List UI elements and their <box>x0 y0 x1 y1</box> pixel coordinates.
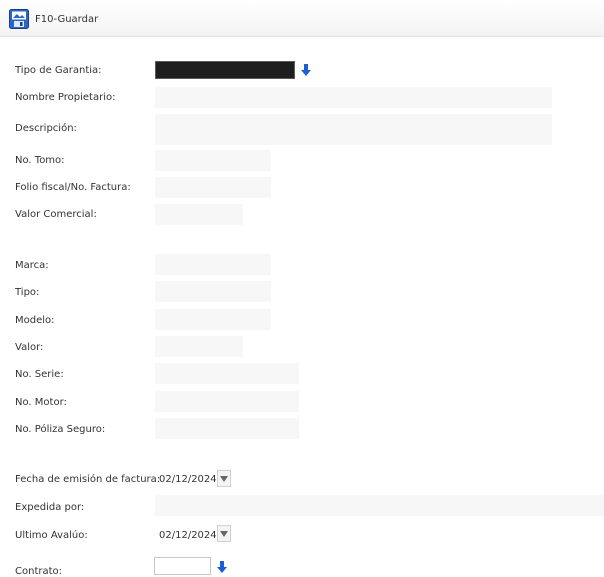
no-motor-label: No. Motor: <box>15 397 67 408</box>
tipo-label: Tipo: <box>15 287 40 298</box>
valor-input[interactable] <box>155 336 243 357</box>
tipo-garantia-select[interactable] <box>155 61 295 79</box>
expedida-por-label: Expedida por: <box>15 502 85 513</box>
valor-comercial-input[interactable] <box>155 204 243 225</box>
ultimo-avaluo-label: Ultimo Avalúo: <box>15 530 88 541</box>
tipo-input[interactable] <box>155 281 271 302</box>
save-icon <box>9 9 29 29</box>
save-button-label: F10-Guardar <box>35 13 99 25</box>
arrow-down-icon <box>300 63 311 76</box>
no-motor-input[interactable] <box>155 391 299 412</box>
no-poliza-input[interactable] <box>155 418 299 439</box>
folio-fiscal-input[interactable] <box>155 177 271 198</box>
arrow-down-icon <box>216 560 227 573</box>
expedida-por-input[interactable] <box>155 495 604 516</box>
contrato-input[interactable] <box>154 557 211 575</box>
ultimo-avaluo-dropdown[interactable] <box>217 525 231 542</box>
marca-input[interactable] <box>155 254 271 275</box>
marca-label: Marca: <box>15 260 49 271</box>
no-serie-input[interactable] <box>155 363 299 384</box>
contrato-label: Contrato: <box>15 566 63 577</box>
toolbar: F10-Guardar <box>0 0 604 37</box>
no-poliza-label: No. Póliza Seguro: <box>15 424 106 435</box>
contrato-dropdown-button[interactable] <box>213 558 230 575</box>
nombre-propietario-label: Nombre Propietario: <box>15 92 116 103</box>
ultimo-avaluo-value[interactable]: 02/12/2024 <box>159 530 217 541</box>
tipo-garantia-dropdown-button[interactable] <box>297 61 314 78</box>
no-tomo-input[interactable] <box>155 150 271 171</box>
valor-label: Valor: <box>15 342 44 353</box>
modelo-label: Modelo: <box>15 315 55 326</box>
modelo-input[interactable] <box>155 309 271 330</box>
caret-down-icon <box>220 475 228 482</box>
no-serie-label: No. Serie: <box>15 369 64 380</box>
fecha-emision-label: Fecha de emisión de factura: <box>15 474 161 485</box>
descripcion-input[interactable] <box>155 114 552 145</box>
fecha-emision-value[interactable]: 02/12/2024 <box>159 474 217 485</box>
descripcion-label: Descripción: <box>15 123 77 134</box>
save-button[interactable]: F10-Guardar <box>9 8 98 30</box>
no-tomo-label: No. Tomo: <box>15 155 65 166</box>
fecha-emision-dropdown[interactable] <box>217 470 231 487</box>
folio-fiscal-label: Folio fiscal/No. Factura: <box>15 182 131 193</box>
nombre-propietario-input[interactable] <box>155 87 552 108</box>
tipo-garantia-label: Tipo de Garantia: <box>15 65 102 76</box>
caret-down-icon <box>220 530 228 537</box>
valor-comercial-label: Valor Comercial: <box>15 209 97 220</box>
